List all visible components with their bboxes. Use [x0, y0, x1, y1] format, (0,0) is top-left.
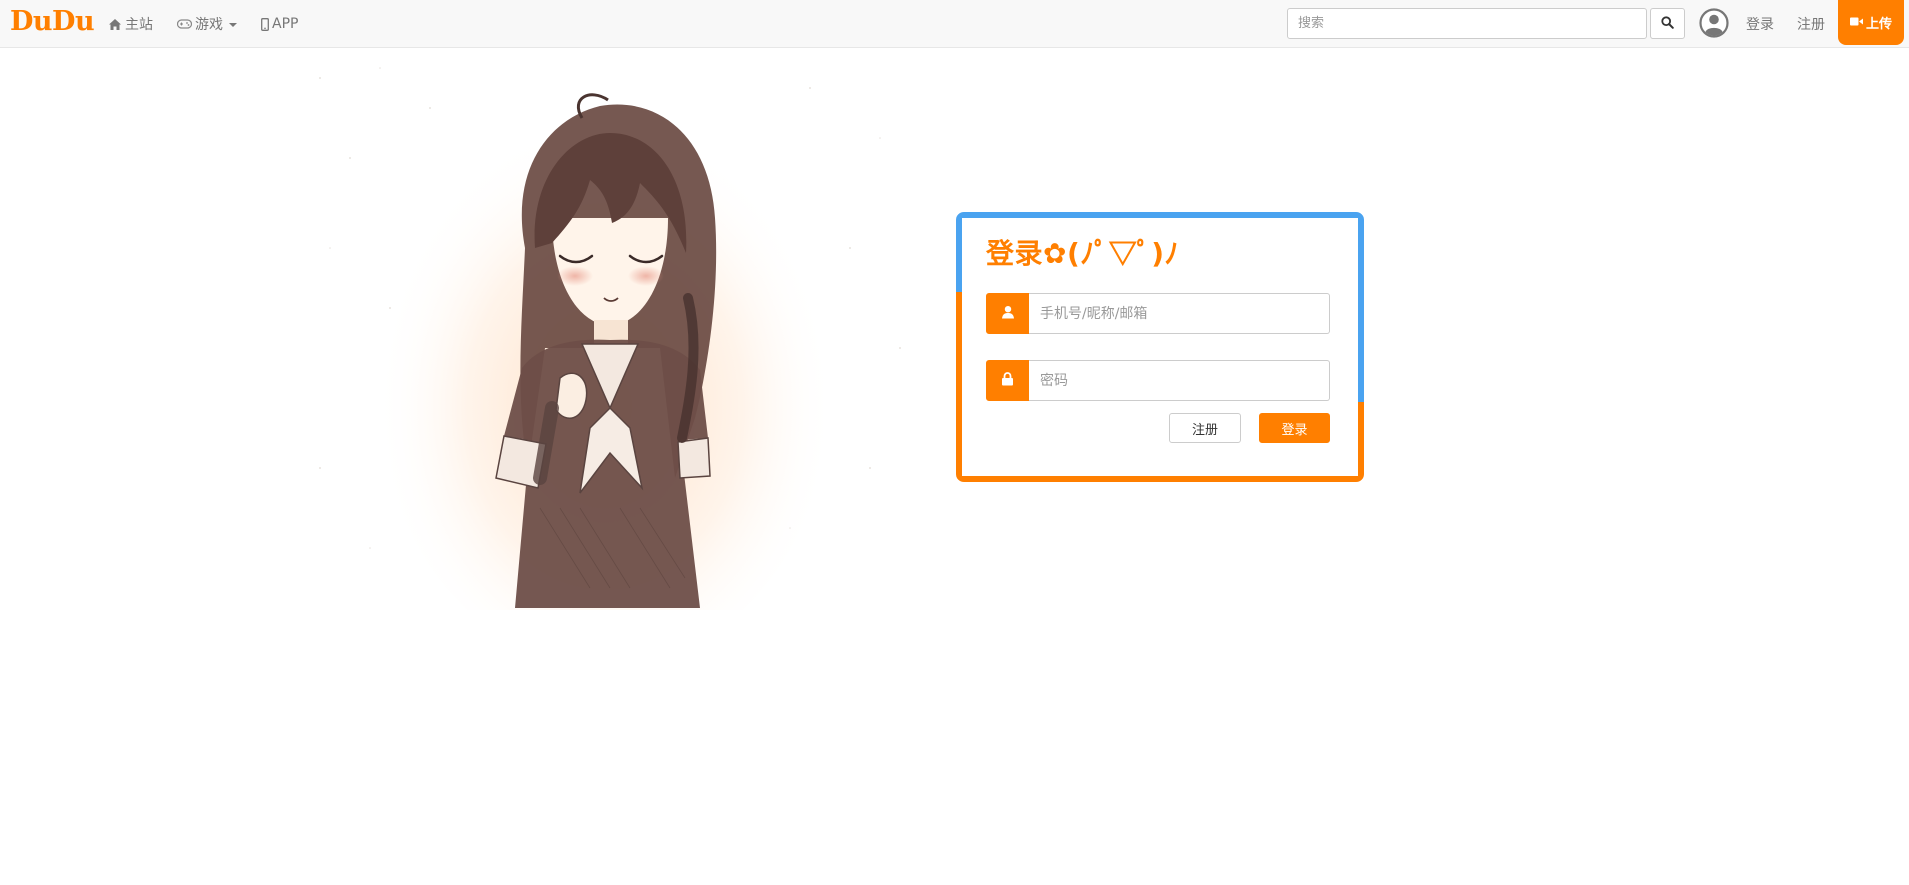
user-icon	[1001, 304, 1015, 323]
frame-bottom-border	[956, 476, 1364, 482]
search-icon	[1661, 14, 1674, 33]
frame-right-border	[1358, 212, 1364, 482]
gamepad-icon	[177, 19, 192, 29]
password-input[interactable]	[1029, 360, 1330, 401]
nav-game-label: 游戏	[195, 17, 223, 33]
user-circle-icon	[1699, 8, 1729, 42]
nav-register-link[interactable]: 注册	[1797, 14, 1825, 34]
anime-girl-illustration	[290, 48, 940, 668]
brand-logo[interactable]: DuDu	[10, 6, 95, 37]
nav-home[interactable]: 主站	[108, 14, 153, 34]
nav-login-link[interactable]: 登录	[1746, 14, 1774, 34]
home-icon	[108, 18, 122, 31]
login-button[interactable]: 登录	[1259, 413, 1330, 443]
frame-left-border	[956, 212, 962, 482]
user-avatar[interactable]	[1699, 8, 1729, 38]
nav-app-label: APP	[272, 16, 299, 32]
upload-label: 上传	[1865, 17, 1892, 32]
login-panel: 登录✿(ﾉﾟ▽ﾟ)ﾉ 注册 登录	[956, 212, 1364, 482]
search-input[interactable]	[1287, 8, 1647, 39]
upload-button[interactable]: 上传	[1838, 0, 1904, 45]
chevron-down-icon	[229, 23, 237, 27]
nav-app[interactable]: APP	[261, 14, 298, 34]
username-group	[986, 293, 1330, 334]
lock-icon	[1001, 371, 1014, 390]
username-addon	[986, 293, 1029, 334]
username-input[interactable]	[1029, 293, 1330, 334]
frame-top-border	[956, 212, 1364, 218]
mobile-phone-icon	[261, 17, 269, 31]
video-camera-icon	[1849, 15, 1863, 30]
login-title: 登录✿(ﾉﾟ▽ﾟ)ﾉ	[986, 237, 1180, 270]
register-button[interactable]: 注册	[1169, 413, 1241, 443]
nav-home-label: 主站	[125, 17, 153, 33]
password-addon	[986, 360, 1029, 401]
top-navbar: DuDu 主站 游戏 APP 登录 注册 上传	[0, 0, 1909, 48]
password-group	[986, 360, 1330, 401]
search-button[interactable]	[1650, 8, 1685, 39]
nav-game-dropdown[interactable]: 游戏	[177, 14, 237, 34]
